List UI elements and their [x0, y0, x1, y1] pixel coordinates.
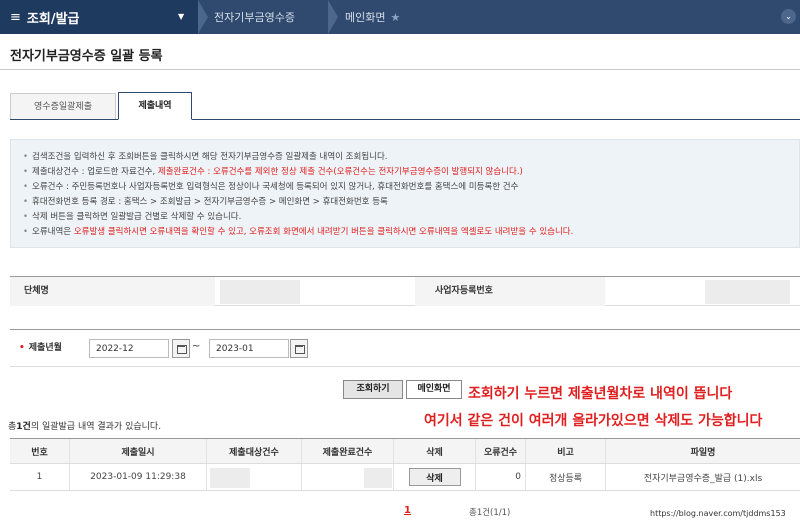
delete-button[interactable]: 삭제	[408, 468, 461, 486]
from-month-input[interactable]	[89, 339, 169, 358]
submission-month-label: • 제출년월	[19, 343, 62, 353]
info-line: • 제출대상건수 : 업로드한 자료건수, 제출완료건수 : 오류건수를 제외한 …	[23, 167, 523, 177]
search-button[interactable]: 조회하기	[343, 380, 403, 399]
page-title: 전자기부금영수증 일괄 등록	[10, 49, 163, 64]
column-header: 제출대상건수	[207, 439, 302, 463]
range-separator: ~	[192, 341, 201, 352]
target-count-redacted	[210, 468, 250, 488]
tab-submission-history[interactable]: 제출내역	[118, 92, 192, 120]
delete-cell: 삭제	[394, 464, 476, 490]
chevron-down-icon[interactable]: ⌄	[781, 9, 796, 24]
breadcrumb-item-current[interactable]: 메인화면 ★	[345, 0, 400, 34]
info-line: • 오류내역은 오류발생 클릭하시면 오류내역을 확인할 수 있고, 오류조회 화…	[23, 227, 574, 237]
calendar-icon[interactable]	[172, 339, 190, 358]
divider	[0, 69, 800, 70]
group-info-row: 단체명 사업자등록번호	[10, 276, 800, 306]
result-summary: 총1건의 일괄발급 내역 결과가 있습니다.	[8, 422, 162, 432]
business-number-label: 사업자등록번호	[415, 277, 605, 306]
page-number-link[interactable]: 1	[404, 505, 411, 516]
filename-link[interactable]: 전자기부금영수증_발급 (1).xls	[606, 464, 800, 490]
column-header: 번호	[10, 439, 70, 463]
info-line: • 휴대전화번호 등록 경로 : 홈택스 > 조회발급 > 전자기부금영수증 > …	[23, 197, 388, 207]
menu-title: 조회/발급	[26, 11, 80, 27]
to-month-input[interactable]	[209, 339, 289, 358]
note-cell: 정상등록	[526, 464, 606, 490]
column-header: 삭제	[394, 439, 476, 463]
column-header: 제출완료건수	[302, 439, 394, 463]
breadcrumb-separator	[328, 0, 338, 34]
tab-bulk-submit[interactable]: 영수증일괄제출	[10, 93, 116, 120]
completed-count-redacted	[364, 468, 392, 488]
info-line: • 오류건수 : 주민등록번호나 사업자등록번호 입력형식은 정상이나 국세청에 …	[23, 182, 519, 192]
table-row: 1 2023-01-09 11:29:38 삭제 0 정상등록 전자기부금영수증…	[10, 464, 800, 491]
results-table: 번호 제출일시 제출대상건수 제출완료건수 삭제 오류건수 비고 파일명 1 2…	[10, 438, 800, 491]
pagination-total: 총1건(1/1)	[469, 508, 511, 518]
submission-datetime: 2023-01-09 11:29:38	[70, 464, 207, 490]
info-box: • 검색조건을 입력하신 후 조회버튼을 클릭하시면 해당 전자기부금영수증 일괄…	[10, 139, 800, 248]
breadcrumb-separator	[198, 0, 208, 34]
column-header: 비고	[526, 439, 606, 463]
error-count: 0	[476, 464, 526, 490]
group-name-value-redacted	[220, 280, 300, 304]
main-screen-button[interactable]: 메인화면	[406, 380, 462, 399]
annotation-text: 여기서 같은 건이 여러개 올라가있으면 삭제도 가능합니다	[424, 413, 763, 429]
watermark: https://blog.naver.com/tjddms153	[650, 509, 786, 518]
business-number-value-redacted	[705, 280, 790, 304]
breadcrumb-item[interactable]: 전자기부금영수증	[214, 0, 295, 34]
top-navigation-bar: ≡ 조회/발급 ▼ 전자기부금영수증 메인화면 ★ ⌄	[0, 0, 800, 34]
row-number: 1	[10, 464, 70, 490]
calendar-icon[interactable]	[290, 339, 308, 358]
info-line: • 검색조건을 입력하신 후 조회버튼을 클릭하시면 해당 전자기부금영수증 일괄…	[23, 152, 388, 162]
annotation-text: 조회하기 누르면 제출년월차로 내역이 뜹니다	[468, 386, 733, 402]
group-name-label: 단체명	[10, 277, 215, 306]
date-search-row: •제출년월 ~	[10, 329, 800, 367]
column-header: 파일명	[690, 447, 716, 458]
info-line: • 삭제 버튼을 클릭하면 일괄발급 건별로 삭제할 수 있습니다.	[23, 212, 242, 222]
menu-toggle[interactable]: ≡ 조회/발급 ▼	[0, 0, 198, 34]
chevron-down-icon: ▼	[178, 12, 185, 21]
table-header: 번호 제출일시 제출대상건수 제출완료건수 삭제 오류건수 비고 파일명	[10, 439, 800, 464]
hamburger-icon: ≡	[10, 9, 21, 25]
column-header: 오류건수	[476, 439, 526, 463]
column-header: 제출일시	[70, 439, 207, 463]
star-icon[interactable]: ★	[390, 11, 400, 24]
